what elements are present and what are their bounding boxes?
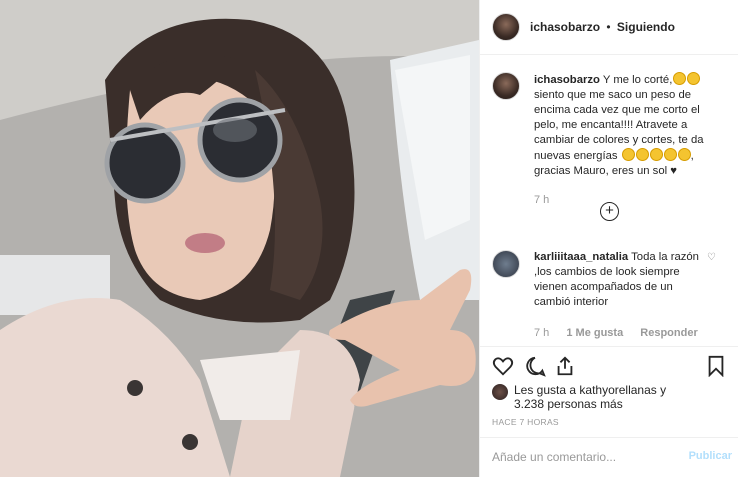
post-actions: Les gusta a kathyorellanas y 3.238 perso… bbox=[480, 346, 738, 478]
author-username[interactable]: ichasobarzo bbox=[530, 20, 600, 34]
author-avatar[interactable] bbox=[492, 13, 520, 41]
smiley-emoji-icon bbox=[677, 148, 691, 161]
comment-icon[interactable] bbox=[524, 355, 546, 382]
comment-likes[interactable]: 1 Me gusta bbox=[566, 327, 623, 339]
caption-text-3: gracias Mauro, eres un sol bbox=[534, 165, 668, 177]
smiley-emoji-icon bbox=[663, 148, 677, 161]
follow-status-button[interactable]: Siguiendo bbox=[617, 20, 675, 34]
plus-circle-icon[interactable]: + bbox=[600, 202, 619, 221]
reply-button[interactable]: Responder bbox=[640, 327, 697, 339]
caption-time[interactable]: 7 h bbox=[534, 194, 549, 206]
heart-icon[interactable] bbox=[492, 355, 514, 382]
likes-prefix: Les gusta a bbox=[514, 383, 580, 397]
bookmark-icon[interactable] bbox=[706, 355, 726, 382]
smiley-emoji-icon bbox=[687, 72, 701, 85]
share-icon[interactable] bbox=[554, 355, 576, 382]
comment-input[interactable]: Añade un comentario... bbox=[492, 450, 616, 464]
post-photo[interactable] bbox=[0, 0, 479, 477]
caption: ichasobarzo Y me lo corté, siento que me… bbox=[492, 72, 726, 208]
caption-avatar[interactable] bbox=[492, 72, 520, 100]
post-timestamp[interactable]: HACE 7 HORAS bbox=[492, 417, 559, 427]
post-sidebar: ichasobarzo • Siguiendo ichasobarzo Y me… bbox=[479, 0, 738, 477]
add-comment-bar: Añade un comentario... Publicar bbox=[480, 437, 738, 479]
smiley-emoji-icon bbox=[673, 72, 687, 85]
selfie-image bbox=[0, 0, 479, 477]
liker-avatar bbox=[492, 384, 508, 400]
likes-summary: Les gusta a kathyorellanas y 3.238 perso… bbox=[492, 383, 726, 411]
separator-dot: • bbox=[606, 20, 611, 34]
post-header: ichasobarzo • Siguiendo bbox=[480, 0, 738, 55]
comment-like-heart-icon[interactable]: ♡ bbox=[707, 250, 716, 265]
comments-section: ichasobarzo Y me lo corté, siento que me… bbox=[480, 56, 738, 346]
comment-item: karliiitaaa_natalia Toda la razón ,los c… bbox=[492, 250, 726, 341]
caption-username[interactable]: ichasobarzo bbox=[534, 74, 600, 86]
commenter-avatar[interactable] bbox=[492, 250, 520, 278]
comment-time[interactable]: 7 h bbox=[534, 327, 549, 339]
liker-username[interactable]: kathyorellanas bbox=[579, 383, 656, 397]
caption-text-1: Y me lo corté bbox=[602, 74, 670, 86]
publish-button[interactable]: Publicar bbox=[689, 450, 732, 462]
smiley-emoji-icon bbox=[635, 148, 649, 161]
likes-count[interactable]: 3.238 personas más bbox=[514, 397, 623, 411]
heart-emoji-icon: ♥ bbox=[670, 165, 677, 177]
likes-middle: y bbox=[656, 383, 667, 397]
smiley-emoji-icon bbox=[649, 148, 663, 161]
commenter-username[interactable]: karliiitaaa_natalia bbox=[534, 251, 628, 263]
smiley-emoji-icon bbox=[621, 148, 635, 161]
